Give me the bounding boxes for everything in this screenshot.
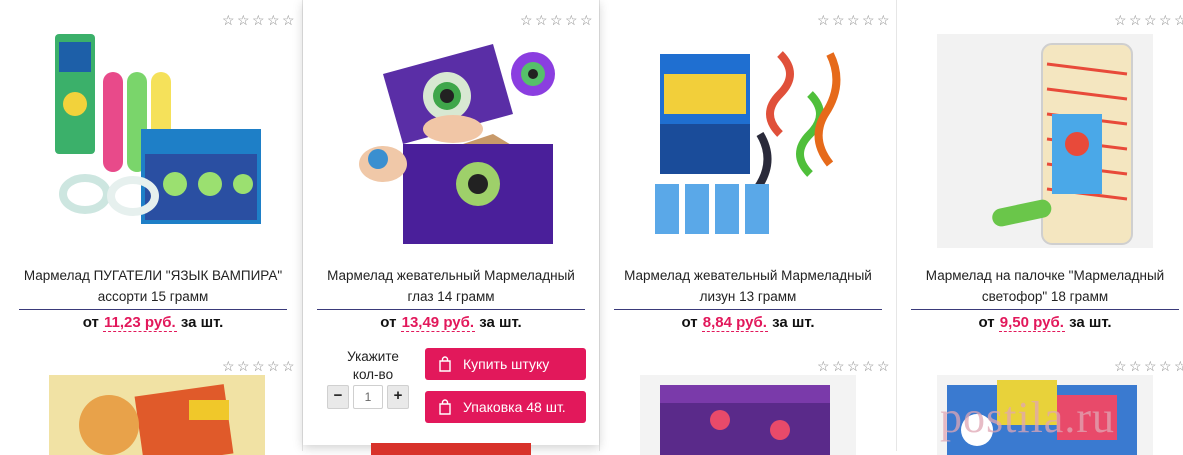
shopping-bag-icon [439,356,451,372]
star-icon[interactable]: ☆ [1174,13,1183,27]
price-suffix: за шт. [772,314,815,331]
buy-single-label: Купить штуку [463,356,550,372]
star-icon[interactable]: ☆ [847,359,860,373]
star-icon[interactable]: ☆ [847,13,860,27]
rating-stars[interactable]: ☆ ☆ ☆ ☆ ☆ [1114,13,1183,27]
rating-stars[interactable]: ☆ ☆ ☆ ☆ ☆ [817,13,890,27]
product-price: от 13,49 руб. за шт. [303,314,599,332]
star-icon[interactable]: ☆ [1174,359,1183,373]
product-name[interactable]: Мармелад ПУГАТЕЛИ "ЯЗЫК ВАМПИРА" ассорти… [19,265,287,310]
product-name[interactable]: Мармелад жевательный Мармеладный глаз 14… [317,265,585,310]
buy-pack-button[interactable]: Упаковка 48 шт. [425,391,586,423]
rating-stars[interactable]: ☆ ☆ ☆ ☆ ☆ [817,359,890,373]
rating-stars[interactable]: ☆ ☆ ☆ ☆ ☆ [1114,359,1183,373]
star-icon[interactable]: ☆ [282,359,295,373]
quantity-label: Укажите кол-во [347,349,399,382]
price-value[interactable]: 8,84 руб. [701,314,768,332]
rating-stars[interactable]: ☆ ☆ ☆ ☆ ☆ [222,13,295,27]
star-icon[interactable]: ☆ [1159,359,1172,373]
star-icon[interactable]: ☆ [565,13,578,27]
price-suffix: за шт. [479,314,522,331]
product-card[interactable]: ☆ ☆ ☆ ☆ ☆ Мармелад жевательный Мармеладный л… [600,0,896,355]
product-image[interactable] [343,34,559,248]
star-icon[interactable]: ☆ [252,13,265,27]
star-icon[interactable]: ☆ [520,13,533,27]
star-icon[interactable]: ☆ [832,359,845,373]
price-prefix: от [978,314,995,331]
product-price: от 11,23 руб. за шт. [5,314,301,332]
star-icon[interactable]: ☆ [1144,13,1157,27]
product-price: от 8,84 руб. за шт. [600,314,896,332]
star-icon[interactable]: ☆ [237,359,250,373]
star-icon[interactable]: ☆ [252,359,265,373]
product-card[interactable]: ☆ ☆ ☆ ☆ ☆ Мармелад на палочке "Мармеладный с… [897,0,1183,355]
price-value[interactable]: 9,50 руб. [998,314,1065,332]
decrement-button[interactable]: − [327,385,349,409]
star-icon[interactable]: ☆ [1114,359,1127,373]
star-icon[interactable]: ☆ [862,359,875,373]
star-icon[interactable]: ☆ [1144,359,1157,373]
star-icon[interactable]: ☆ [877,13,890,27]
star-icon[interactable]: ☆ [877,359,890,373]
star-icon[interactable]: ☆ [1129,359,1142,373]
product-name[interactable]: Мармелад на палочке "Мармеладный светофо… [911,265,1179,310]
product-image[interactable] [371,443,531,455]
shopping-bag-icon [439,399,451,415]
product-price: от 9,50 руб. за шт. [897,314,1183,332]
increment-button[interactable]: + [387,385,409,409]
price-prefix: от [681,314,698,331]
price-value[interactable]: 11,23 руб. [103,314,177,332]
rating-stars[interactable]: ☆ ☆ ☆ ☆ ☆ [520,13,593,27]
star-icon[interactable]: ☆ [237,13,250,27]
price-prefix: от [82,314,99,331]
quantity-input[interactable] [353,385,383,409]
star-icon[interactable]: ☆ [580,13,593,27]
star-icon[interactable]: ☆ [832,13,845,27]
star-icon[interactable]: ☆ [550,13,563,27]
price-suffix: за шт. [1069,314,1112,331]
star-icon[interactable]: ☆ [817,359,830,373]
price-prefix: от [380,314,397,331]
star-icon[interactable]: ☆ [1159,13,1172,27]
star-icon[interactable]: ☆ [222,13,235,27]
watermark: postila.ru [940,393,1115,442]
star-icon[interactable]: ☆ [817,13,830,27]
price-value[interactable]: 13,49 руб. [400,314,476,332]
product-card-hovered[interactable]: ☆ ☆ ☆ ☆ ☆ Мармелад жевательный Мармеладный г… [303,0,599,445]
star-icon[interactable]: ☆ [222,359,235,373]
buy-pack-label: Упаковка 48 шт. [463,399,566,415]
price-suffix: за шт. [180,314,224,331]
rating-stars[interactable]: ☆ ☆ ☆ ☆ ☆ [222,359,295,373]
star-icon[interactable]: ☆ [282,13,295,27]
star-icon[interactable]: ☆ [862,13,875,27]
product-name[interactable]: Мармелад жевательный Мармеладный лизун 1… [614,265,882,310]
quantity-stepper: − + [327,385,409,409]
product-image[interactable] [640,375,856,455]
product-image[interactable] [45,34,261,248]
star-icon[interactable]: ☆ [267,359,280,373]
star-icon[interactable]: ☆ [1129,13,1142,27]
buy-single-button[interactable]: Купить штуку [425,348,586,380]
product-image[interactable] [640,34,856,248]
star-icon[interactable]: ☆ [535,13,548,27]
product-card[interactable]: ☆ ☆ ☆ ☆ ☆ Мармелад ПУГАТЕЛИ "ЯЗЫК ВАМПИРА" а… [5,0,301,355]
star-icon[interactable]: ☆ [267,13,280,27]
product-image[interactable] [937,34,1153,248]
product-image[interactable] [49,375,265,455]
star-icon[interactable]: ☆ [1114,13,1127,27]
